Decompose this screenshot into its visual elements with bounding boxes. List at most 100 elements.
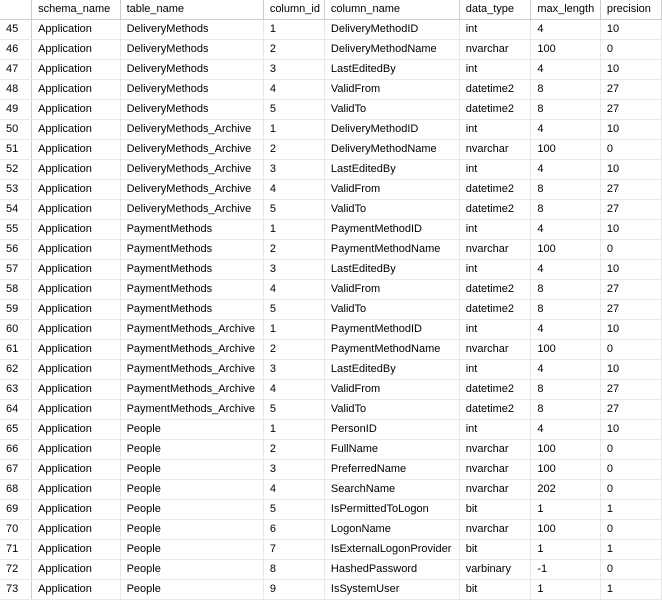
row-number[interactable]: 52 — [0, 160, 32, 180]
cell-column-name: PaymentMethodID — [324, 320, 459, 340]
row-number[interactable]: 55 — [0, 220, 32, 240]
row-number[interactable]: 72 — [0, 560, 32, 580]
cell-column-id: 6 — [263, 520, 324, 540]
row-number[interactable]: 60 — [0, 320, 32, 340]
table-row[interactable]: 61ApplicationPaymentMethods_Archive2Paym… — [0, 340, 662, 360]
table-row[interactable]: 64ApplicationPaymentMethods_Archive5Vali… — [0, 400, 662, 420]
cell-column-id: 3 — [263, 460, 324, 480]
table-row[interactable]: 45ApplicationDeliveryMethods1DeliveryMet… — [0, 20, 662, 40]
cell-column-name: IsExternalLogonProvider — [324, 540, 459, 560]
table-row[interactable]: 62ApplicationPaymentMethods_Archive3Last… — [0, 360, 662, 380]
row-number[interactable]: 50 — [0, 120, 32, 140]
cell-schema-name: Application — [32, 240, 120, 260]
row-number[interactable]: 65 — [0, 420, 32, 440]
cell-precision: 10 — [600, 120, 661, 140]
table-row[interactable]: 65ApplicationPeople1PersonIDint410 — [0, 420, 662, 440]
table-row[interactable]: 54ApplicationDeliveryMethods_Archive5Val… — [0, 200, 662, 220]
cell-schema-name: Application — [32, 200, 120, 220]
row-number[interactable]: 59 — [0, 300, 32, 320]
row-number[interactable]: 46 — [0, 40, 32, 60]
row-number[interactable]: 54 — [0, 200, 32, 220]
header-max-length[interactable]: max_length — [531, 0, 601, 20]
cell-max-length: 8 — [531, 80, 601, 100]
cell-column-name: LastEditedBy — [324, 260, 459, 280]
cell-precision: 27 — [600, 380, 661, 400]
cell-data-type: int — [459, 420, 531, 440]
header-schema-name[interactable]: schema_name — [32, 0, 120, 20]
table-row[interactable]: 57ApplicationPaymentMethods3LastEditedBy… — [0, 260, 662, 280]
row-number[interactable]: 57 — [0, 260, 32, 280]
table-row[interactable]: 73ApplicationPeople9IsSystemUserbit11 — [0, 580, 662, 600]
cell-table-name: PaymentMethods_Archive — [120, 320, 263, 340]
table-row[interactable]: 59ApplicationPaymentMethods5ValidTodatet… — [0, 300, 662, 320]
header-precision[interactable]: precision — [600, 0, 661, 20]
row-number[interactable]: 69 — [0, 500, 32, 520]
row-number[interactable]: 45 — [0, 20, 32, 40]
header-table-name[interactable]: table_name — [120, 0, 263, 20]
row-number[interactable]: 71 — [0, 540, 32, 560]
cell-precision: 1 — [600, 500, 661, 520]
cell-precision: 10 — [600, 420, 661, 440]
row-number[interactable]: 48 — [0, 80, 32, 100]
row-number[interactable]: 56 — [0, 240, 32, 260]
cell-column-name: LastEditedBy — [324, 160, 459, 180]
table-row[interactable]: 51ApplicationDeliveryMethods_Archive2Del… — [0, 140, 662, 160]
row-number[interactable]: 49 — [0, 100, 32, 120]
cell-schema-name: Application — [32, 300, 120, 320]
cell-max-length: 100 — [531, 340, 601, 360]
table-row[interactable]: 48ApplicationDeliveryMethods4ValidFromda… — [0, 80, 662, 100]
row-number[interactable]: 51 — [0, 140, 32, 160]
cell-precision: 0 — [600, 520, 661, 540]
row-number[interactable]: 68 — [0, 480, 32, 500]
table-row[interactable]: 49ApplicationDeliveryMethods5ValidTodate… — [0, 100, 662, 120]
table-row[interactable]: 69ApplicationPeople5IsPermittedToLogonbi… — [0, 500, 662, 520]
table-row[interactable]: 50ApplicationDeliveryMethods_Archive1Del… — [0, 120, 662, 140]
table-row[interactable]: 53ApplicationDeliveryMethods_Archive4Val… — [0, 180, 662, 200]
cell-data-type: int — [459, 160, 531, 180]
row-number[interactable]: 58 — [0, 280, 32, 300]
cell-max-length: 4 — [531, 360, 601, 380]
table-row[interactable]: 63ApplicationPaymentMethods_Archive4Vali… — [0, 380, 662, 400]
row-number[interactable]: 61 — [0, 340, 32, 360]
table-row[interactable]: 47ApplicationDeliveryMethods3LastEditedB… — [0, 60, 662, 80]
row-number[interactable]: 67 — [0, 460, 32, 480]
table-row[interactable]: 60ApplicationPaymentMethods_Archive1Paym… — [0, 320, 662, 340]
cell-max-length: 4 — [531, 160, 601, 180]
cell-schema-name: Application — [32, 360, 120, 380]
row-number[interactable]: 63 — [0, 380, 32, 400]
header-corner[interactable] — [0, 0, 32, 20]
row-number[interactable]: 53 — [0, 180, 32, 200]
cell-column-name: PaymentMethodID — [324, 220, 459, 240]
table-row[interactable]: 72ApplicationPeople8HashedPasswordvarbin… — [0, 560, 662, 580]
row-number[interactable]: 70 — [0, 520, 32, 540]
row-number[interactable]: 62 — [0, 360, 32, 380]
header-data-type[interactable]: data_type — [459, 0, 531, 20]
row-number[interactable]: 66 — [0, 440, 32, 460]
row-number[interactable]: 64 — [0, 400, 32, 420]
cell-precision: 27 — [600, 200, 661, 220]
cell-data-type: datetime2 — [459, 100, 531, 120]
table-row[interactable]: 52ApplicationDeliveryMethods_Archive3Las… — [0, 160, 662, 180]
table-row[interactable]: 66ApplicationPeople2FullNamenvarchar1000 — [0, 440, 662, 460]
cell-max-length: 4 — [531, 20, 601, 40]
cell-table-name: DeliveryMethods — [120, 20, 263, 40]
table-row[interactable]: 55ApplicationPaymentMethods1PaymentMetho… — [0, 220, 662, 240]
row-number[interactable]: 47 — [0, 60, 32, 80]
results-grid[interactable]: schema_name table_name column_id column_… — [0, 0, 662, 600]
cell-max-length: 8 — [531, 380, 601, 400]
table-row[interactable]: 70ApplicationPeople6LogonNamenvarchar100… — [0, 520, 662, 540]
row-number[interactable]: 73 — [0, 580, 32, 600]
cell-column-id: 7 — [263, 540, 324, 560]
table-row[interactable]: 46ApplicationDeliveryMethods2DeliveryMet… — [0, 40, 662, 60]
table-row[interactable]: 58ApplicationPaymentMethods4ValidFromdat… — [0, 280, 662, 300]
table-row[interactable]: 67ApplicationPeople3PreferredNamenvarcha… — [0, 460, 662, 480]
table-row[interactable]: 68ApplicationPeople4SearchNamenvarchar20… — [0, 480, 662, 500]
cell-table-name: People — [120, 480, 263, 500]
table-row[interactable]: 71ApplicationPeople7IsExternalLogonProvi… — [0, 540, 662, 560]
cell-max-length: 8 — [531, 280, 601, 300]
table-row[interactable]: 56ApplicationPaymentMethods2PaymentMetho… — [0, 240, 662, 260]
header-column-id[interactable]: column_id — [263, 0, 324, 20]
cell-column-id: 1 — [263, 220, 324, 240]
cell-column-id: 3 — [263, 160, 324, 180]
header-column-name[interactable]: column_name — [324, 0, 459, 20]
